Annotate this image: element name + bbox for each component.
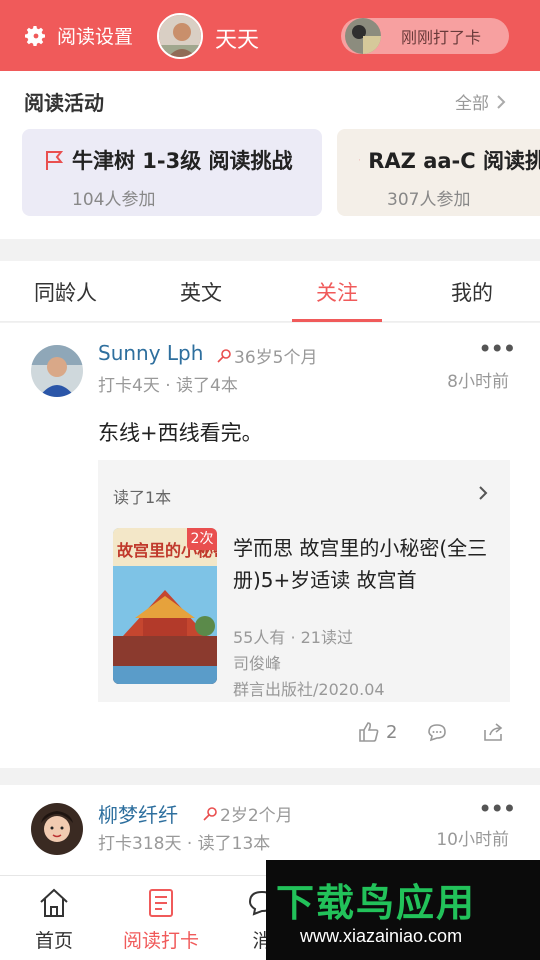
post-meta: 打卡318天 · 读了13本 [98,834,271,854]
like-button[interactable]: 2 [358,721,397,743]
activity-title: 牛津树 1-3级 阅读挑战 [72,149,293,173]
book-stats: 55人有 · 21读过 [233,628,353,647]
checkin-user-avatar [345,18,381,54]
book-title: 学而思 故宫里的小秘密(全三册)5+岁适读 故宫首 [233,536,488,592]
section-title: 阅读活动 [24,91,104,115]
view-all-label: 全部 [455,94,489,114]
post-time: 8小时前 [447,372,509,392]
thumbs-up-icon [359,722,379,742]
nav-reading-checkin[interactable]: 阅读打卡 [111,886,211,953]
share-button[interactable] [482,721,504,743]
comment-button[interactable] [426,721,448,743]
recent-checkin-text: 刚刚打了卡 [401,28,482,47]
activity-card[interactable]: 牛津树 1-3级 阅读挑战 104人参加 [22,129,322,216]
watermark: 下载鸟应用 www.xiazainiao.com [266,860,540,960]
reading-activities-section: 阅读活动 全部 牛津树 1-3级 阅读挑战 104人参加 RAZ aa-C 阅读… [0,71,540,239]
more-options-icon[interactable]: ••• [478,795,516,823]
tab-following[interactable]: 关注 [316,277,358,307]
nav-label: 阅读打卡 [122,930,199,952]
top-header: 阅读设置 天天 刚刚打了卡 [0,0,540,71]
activity-card[interactable]: RAZ aa-C 阅读挑战 307人参加 [337,129,540,216]
comment-icon [428,724,446,742]
book-author: 司俊峰 [233,654,282,673]
username[interactable]: 天天 [215,22,259,54]
nav-home[interactable]: 首页 [4,886,104,953]
flag-icon [359,159,361,161]
book-publisher: 群言出版社/2020.04 [233,680,385,699]
post-content: 东线+西线看完。 [98,421,263,445]
post-username[interactable]: 柳梦纤纤 [98,799,178,828]
child-age-text: 2岁2个月 [220,806,293,826]
post-meta: 打卡4天 · 读了4本 [98,376,238,396]
watermark-url: www.xiazainiao.com [300,926,463,946]
home-icon [40,888,68,917]
post-avatar[interactable] [31,345,83,397]
child-age: 2岁2个月 [202,801,293,826]
feed-tabs: 同龄人 英文 关注 我的 [0,261,540,322]
tab-mine[interactable]: 我的 [451,277,493,307]
books-read-count: 读了1本 [113,488,172,507]
read-count-badge: 2次 [187,528,217,550]
checkin-icon [149,889,173,917]
gear-icon [25,25,45,46]
pin-icon [203,806,217,821]
pin-icon [217,348,231,363]
like-count: 2 [386,721,398,743]
flag-icon [46,151,64,170]
child-age-text: 36岁5个月 [234,348,318,368]
activity-title: RAZ aa-C 阅读挑战 [368,149,540,173]
more-options-icon[interactable]: ••• [478,335,516,363]
share-icon [484,723,503,741]
activity-participants: 307人参加 [387,190,471,210]
feed-post: Sunny Lph 36岁5个月 打卡4天 · 读了4本 ••• 8小时前 东线… [0,323,540,768]
book-cover: 故宫里的小秘密 2次 [113,528,217,684]
activity-participants: 104人参加 [72,190,156,210]
child-age: 36岁5个月 [216,343,317,368]
tab-same-age[interactable]: 同龄人 [34,277,97,307]
active-tab-indicator [292,319,382,322]
chevron-right-icon [497,94,506,109]
nav-label: 首页 [34,930,73,952]
post-time: 10小时前 [436,830,509,850]
book-card[interactable]: 读了1本 故宫里的小秘密 2次 学而思 故宫里的小秘密(全三册)5+岁适读 故宫… [98,460,510,702]
chevron-right-icon [479,486,488,500]
user-avatar[interactable] [157,13,203,59]
post-avatar[interactable] [31,803,83,855]
recent-checkin-pill[interactable]: 刚刚打了卡 [341,18,509,54]
view-all-link[interactable]: 全部 [455,89,507,114]
watermark-text: 下载鸟应用 [276,881,477,925]
tab-english[interactable]: 英文 [180,277,222,307]
reading-settings-button[interactable]: 阅读设置 [24,22,133,49]
settings-label: 阅读设置 [57,26,134,48]
post-username[interactable]: Sunny Lph [98,341,203,365]
